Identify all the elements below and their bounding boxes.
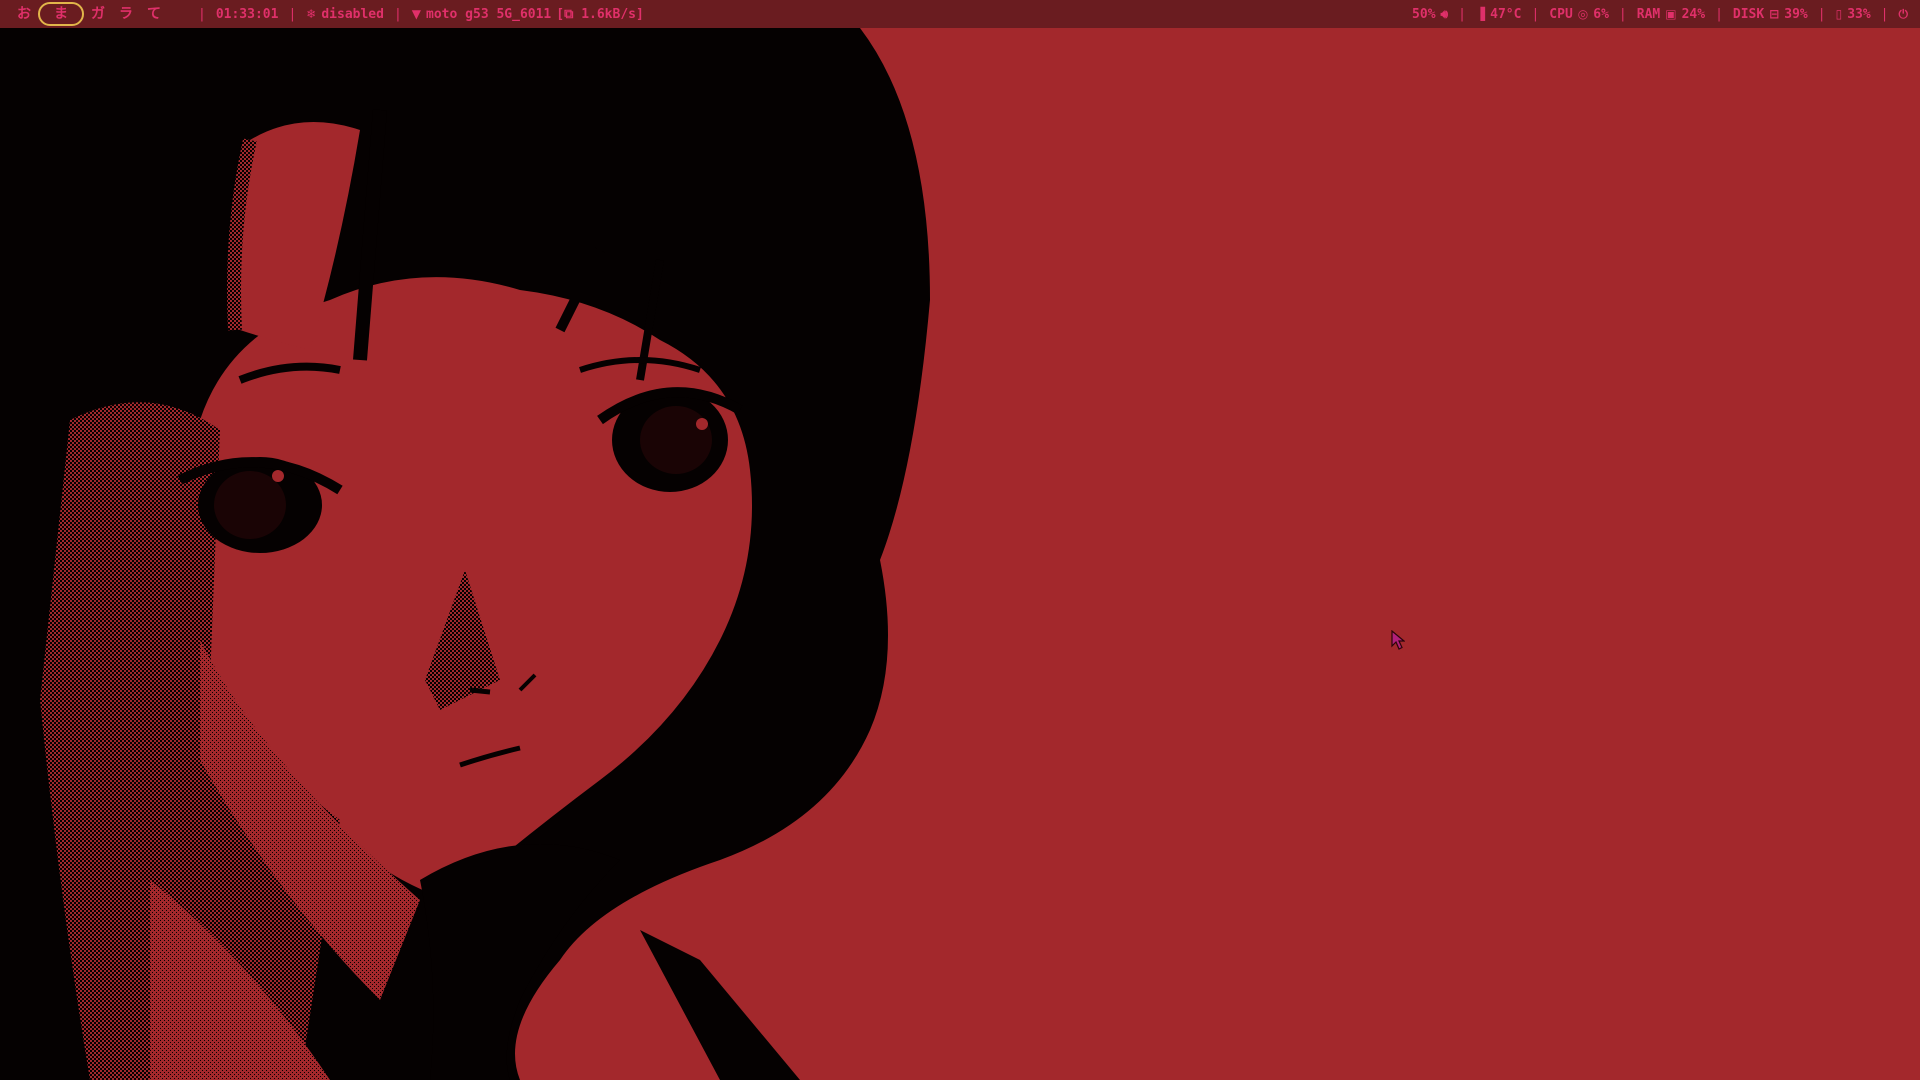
bluetooth-icon: ❄ [306, 7, 317, 21]
separator: | [1618, 6, 1627, 22]
power-icon: ⏻ [1898, 6, 1909, 21]
workspace-2-active[interactable]: ま [38, 2, 84, 26]
disk-module[interactable]: DISK ⊟ 39% [1731, 7, 1810, 22]
temperature-value: 47°C [1490, 6, 1522, 22]
temperature-module[interactable]: ▐ 47°C [1474, 7, 1524, 22]
ram-label: RAM [1636, 6, 1661, 22]
separator: | [393, 6, 402, 22]
network-ssid: moto g53 5G_6011 [426, 6, 552, 22]
workspace-4[interactable]: ラ [112, 3, 140, 25]
network-module[interactable]: ▼ moto g53 5G_6011 [⧉ 1.6kB/s] [410, 7, 646, 22]
thermometer-icon: ▐ [1475, 7, 1486, 21]
cpu-module[interactable]: CPU ◎ 6% [1547, 7, 1611, 22]
desktop: お ま ガ ラ て | 01:33:01 | ❄ disabled | ▼ mo… [0, 0, 1920, 1080]
disk-icon: ⊟ [1769, 7, 1780, 21]
status-bar: お ま ガ ラ て | 01:33:01 | ❄ disabled | ▼ mo… [0, 0, 1920, 28]
battery-icon: ▯ [1835, 7, 1843, 21]
volume-module[interactable]: 50% 🔊︎ [1410, 7, 1450, 22]
ram-module[interactable]: RAM ▣ 24% [1635, 7, 1707, 22]
clock[interactable]: 01:33:01 [214, 7, 281, 22]
bluetooth-status: disabled [321, 6, 384, 22]
separator: | [1715, 6, 1723, 22]
disk-value: 39% [1784, 6, 1808, 22]
memory-icon: ▣ [1665, 7, 1677, 21]
workspace-5[interactable]: て [140, 3, 168, 25]
workspace-1[interactable]: お [10, 3, 38, 25]
speaker-icon: 🔊︎ [1440, 6, 1449, 21]
cpu-value: 6% [1593, 6, 1609, 22]
separator: | [1531, 6, 1540, 22]
cpu-label: CPU [1549, 6, 1573, 22]
power-button[interactable]: ⏻ [1897, 7, 1911, 22]
separator: | [198, 6, 206, 22]
wifi-icon: ▼ [411, 7, 422, 21]
mouse-cursor-icon [1391, 630, 1405, 650]
ram-value: 24% [1681, 6, 1706, 22]
separator: | [1817, 6, 1826, 22]
volume-value: 50% [1412, 6, 1436, 22]
wallpaper [0, 0, 1920, 1080]
bluetooth-module[interactable]: ❄ disabled [304, 7, 386, 22]
network-speed: [⧉ 1.6kB/s] [556, 6, 644, 22]
workspace-3[interactable]: ガ [84, 3, 112, 25]
bar-left-section: お ま ガ ラ て | 01:33:01 | ❄ disabled | ▼ mo… [10, 0, 646, 28]
disk-label: DISK [1732, 6, 1765, 22]
cpu-icon: ◎ [1577, 7, 1589, 21]
battery-module[interactable]: ▯ 33% [1834, 7, 1873, 22]
separator: | [1880, 6, 1889, 22]
bar-right-section: 50% 🔊︎ | ▐ 47°C | CPU ◎ 6% | RAM ▣ 24% | [1410, 0, 1910, 28]
separator: | [1458, 6, 1466, 22]
separator: | [288, 6, 297, 22]
battery-value: 33% [1847, 6, 1871, 22]
